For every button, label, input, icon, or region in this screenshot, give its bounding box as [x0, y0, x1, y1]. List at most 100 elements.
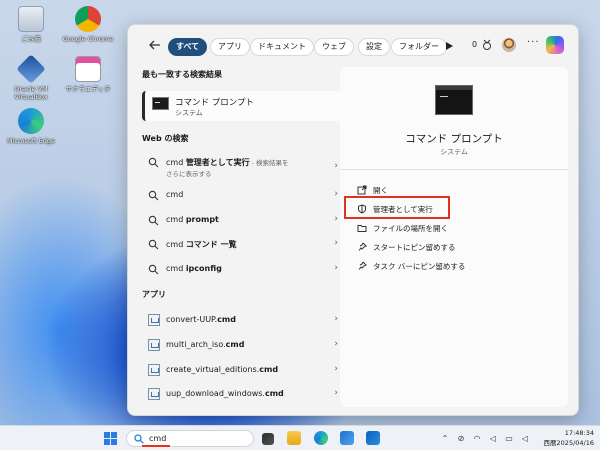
clock[interactable]: 17:48:34 西暦2025/04/16 [532, 428, 594, 448]
annotation-underline [142, 445, 170, 447]
web-result-prefix: cmd [166, 190, 184, 199]
file-explorer-icon[interactable] [287, 431, 301, 445]
web-result-text: cmd ipconfig [166, 264, 222, 273]
web-result-bold: ipconfig [185, 264, 222, 273]
copilot-icon[interactable] [546, 36, 564, 54]
desktop-icon-sakura-editor[interactable]: サクラエディタ [60, 56, 116, 93]
tab-all[interactable]: すべて [168, 38, 208, 56]
pin-icon [358, 242, 367, 251]
tab-web[interactable]: ウェブ [314, 38, 354, 56]
app-result-row[interactable]: create_virtual_editions.cmd › [142, 361, 342, 381]
search-icon [148, 264, 159, 275]
desktop-icon-virtualbox[interactable]: Oracle VM VirtualBox [3, 54, 59, 101]
web-result-text: cmd 管理者として実行 - 検索結果を さらに表示する [166, 157, 289, 178]
action-run-as-admin[interactable]: 管理者として実行 [354, 200, 554, 218]
web-result-row[interactable]: cmd prompt › [142, 211, 342, 231]
desktop-icon-recycle-bin[interactable]: ごみ箱 [3, 6, 59, 43]
cmd-file-icon [148, 388, 160, 400]
app-result-text: uup_download_windows.cmd [166, 389, 284, 398]
back-arrow-icon[interactable] [148, 38, 162, 52]
start-button[interactable] [104, 432, 117, 445]
command-prompt-icon [152, 97, 169, 110]
task-view-icon[interactable] [262, 433, 274, 445]
taskbar-search-box[interactable]: cmd [126, 430, 254, 447]
web-result-prefix: cmd [166, 264, 186, 273]
open-icon [357, 185, 367, 195]
web-result-bold: コマンド 一覧 [185, 240, 237, 249]
web-result-row[interactable]: cmd コマンド 一覧 › [142, 235, 342, 255]
search-icon [148, 157, 159, 168]
chevron-right-icon: › [334, 263, 338, 273]
search-icon [148, 239, 159, 250]
web-result-row[interactable]: cmd ipconfig › [142, 260, 342, 280]
web-result-row[interactable]: cmd › [142, 186, 342, 206]
network-off-icon[interactable]: ⊘ [456, 434, 466, 443]
tab-folders[interactable]: フォルダー [391, 38, 447, 56]
web-result-prefix: cmd [166, 158, 186, 167]
search-panel: すべて アプリ ドキュメント ウェブ 設定 フォルダー 0 ··· 最も一致する… [127, 24, 579, 416]
app-result-ext: cmd [217, 315, 236, 324]
web-result-bold: 管理者として実行 [185, 158, 250, 167]
app-result-ext: cmd [259, 365, 279, 374]
action-label: 開く [373, 186, 388, 195]
detail-subtitle: システム [440, 148, 468, 156]
web-result-prefix: cmd [166, 240, 186, 249]
detail-pane: コマンド プロンプト システム 開く 管理者として実行 ファイルの場所を開く ス… [340, 67, 568, 407]
tab-documents[interactable]: ドキュメント [250, 38, 314, 56]
display-icon[interactable]: ▭ [504, 434, 514, 443]
mute-icon[interactable]: ◁ [488, 434, 498, 443]
pin-icon [358, 261, 367, 270]
edge-icon [18, 108, 44, 134]
folder-icon [357, 225, 367, 232]
app-result-row[interactable]: uup_download_windows.cmd › [142, 385, 342, 405]
virtualbox-icon [16, 54, 46, 84]
desktop-icon-label: Google Chrome [62, 35, 114, 43]
web-result-hint: - 検索結果を [249, 159, 289, 167]
volume-icon[interactable]: ◁ [520, 434, 530, 443]
tab-settings[interactable]: 設定 [358, 38, 390, 56]
app-result-text: convert-UUP.cmd [166, 315, 236, 324]
rewards-icon[interactable] [481, 39, 493, 51]
app-result-name: uup_download_windows. [166, 389, 265, 398]
action-open-file-location[interactable]: ファイルの場所を開く [354, 219, 554, 237]
desktop-icon-label: ごみ箱 [21, 35, 41, 43]
web-result-prefix: cmd [166, 215, 186, 224]
wifi-icon[interactable]: ◠ [472, 434, 482, 443]
tab-apps[interactable]: アプリ [210, 38, 250, 56]
chevron-right-icon: › [334, 339, 338, 349]
cmd-file-icon [148, 314, 160, 326]
avatar[interactable] [502, 38, 516, 52]
action-label: スタートにピン留めする [373, 243, 456, 252]
app-result-name: convert-UUP. [166, 315, 218, 324]
outlook-icon[interactable] [366, 431, 380, 445]
rewards-points: 0 [472, 40, 478, 49]
best-match-result[interactable]: コマンド プロンプト システム [142, 91, 342, 121]
chevron-right-icon: › [334, 364, 338, 374]
desktop-icon-edge[interactable]: Microsoft Edge [3, 108, 59, 145]
desktop-icon-chrome[interactable]: Google Chrome [60, 6, 116, 43]
best-match-subtitle: システム [175, 109, 203, 117]
web-search-heading: Web の検索 [142, 134, 189, 143]
app-result-ext: cmd [264, 389, 284, 398]
hidden-icons-chevron-icon[interactable]: ⌃ [440, 434, 450, 443]
apps-heading: アプリ [142, 290, 166, 299]
app-result-row[interactable]: multi_arch_iso.cmd › [142, 336, 342, 356]
web-result-hint-line2: さらに表示する [166, 170, 212, 178]
action-pin-to-start[interactable]: スタートにピン留めする [354, 238, 554, 256]
more-filters-arrow-icon[interactable] [446, 42, 453, 50]
action-pin-to-taskbar[interactable]: タスク バーにピン留めする [354, 257, 554, 275]
action-open[interactable]: 開く [354, 181, 554, 199]
app-result-row[interactable]: convert-UUP.cmd › [142, 311, 342, 331]
more-options-icon[interactable]: ··· [527, 37, 540, 48]
chevron-right-icon: › [334, 161, 338, 171]
cmd-file-icon [148, 364, 160, 376]
app-result-name: multi_arch_iso. [166, 340, 226, 349]
web-result-row[interactable]: cmd 管理者として実行 - 検索結果を さらに表示する › [142, 153, 342, 183]
app-result-text: multi_arch_iso.cmd [166, 340, 244, 349]
web-result-bold: prompt [185, 215, 219, 224]
store-icon[interactable] [340, 431, 354, 445]
clock-time: 17:48:34 [564, 429, 594, 437]
edge-icon[interactable] [314, 431, 328, 445]
action-label: タスク バーにピン留めする [373, 262, 466, 271]
sakura-editor-icon [75, 56, 101, 82]
